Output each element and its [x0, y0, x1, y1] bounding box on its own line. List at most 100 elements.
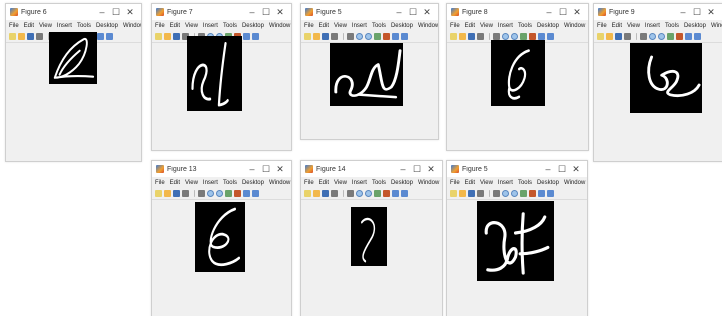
print-icon[interactable]: [477, 33, 484, 40]
pan-icon[interactable]: [658, 33, 665, 40]
colorbar-icon[interactable]: [401, 190, 408, 197]
rotate-icon[interactable]: [374, 190, 381, 197]
brush-icon[interactable]: [243, 190, 250, 197]
new-figure-icon[interactable]: [304, 190, 311, 197]
menu-file[interactable]: File: [597, 23, 607, 29]
menu-window[interactable]: Window: [269, 23, 290, 29]
menu-window[interactable]: Window: [711, 23, 722, 29]
zoom-out-icon[interactable]: [356, 33, 363, 40]
new-figure-icon[interactable]: [304, 33, 311, 40]
figure-canvas[interactable]: [152, 200, 291, 316]
maximize-button[interactable]: ☐: [259, 161, 273, 177]
minimize-button[interactable]: –: [541, 161, 555, 177]
data-cursor-icon[interactable]: [383, 190, 390, 197]
menu-window[interactable]: Window: [564, 180, 585, 186]
figure-canvas[interactable]: [447, 40, 588, 149]
menu-edit[interactable]: Edit: [170, 180, 180, 186]
menu-tools[interactable]: Tools: [518, 180, 532, 186]
menu-insert[interactable]: Insert: [203, 23, 218, 29]
minimize-button[interactable]: –: [676, 4, 690, 20]
minimize-button[interactable]: –: [95, 4, 109, 20]
menu-desktop[interactable]: Desktop: [391, 180, 413, 186]
menu-tools[interactable]: Tools: [372, 23, 386, 29]
menu-edit[interactable]: Edit: [465, 23, 475, 29]
maximize-button[interactable]: ☐: [690, 4, 704, 20]
menu-window[interactable]: Window: [564, 23, 585, 29]
maximize-button[interactable]: ☐: [410, 161, 424, 177]
maximize-button[interactable]: ☐: [555, 161, 569, 177]
open-icon[interactable]: [313, 33, 320, 40]
menu-window[interactable]: Window: [418, 23, 438, 29]
brush-icon[interactable]: [685, 33, 692, 40]
print-icon[interactable]: [331, 190, 338, 197]
rotate-icon[interactable]: [667, 33, 674, 40]
title-bar[interactable]: Figure 5 – ☐ ✕: [447, 161, 587, 177]
zoom-out-icon[interactable]: [356, 190, 363, 197]
menu-window[interactable]: Window: [269, 180, 290, 186]
title-bar[interactable]: Figure 9 – ☐ ✕: [594, 4, 722, 20]
menu-insert[interactable]: Insert: [498, 180, 513, 186]
zoom-in-icon[interactable]: [493, 190, 500, 197]
close-button[interactable]: ✕: [273, 161, 287, 177]
menu-tools[interactable]: Tools: [665, 23, 679, 29]
new-figure-icon[interactable]: [155, 190, 162, 197]
brush-icon[interactable]: [97, 33, 104, 40]
pan-icon[interactable]: [365, 33, 372, 40]
save-icon[interactable]: [173, 190, 180, 197]
menu-view[interactable]: View: [185, 180, 198, 186]
save-icon[interactable]: [468, 190, 475, 197]
menu-insert[interactable]: Insert: [203, 180, 218, 186]
menu-edit[interactable]: Edit: [24, 23, 34, 29]
menu-desktop[interactable]: Desktop: [391, 23, 413, 29]
figure-window[interactable]: Figure 8 – ☐ ✕ File Edit View Insert Tools Deskto…: [446, 3, 589, 151]
figure-window[interactable]: Figure 5 – ☐ ✕ File Edit View Insert Tools Deskto…: [446, 160, 588, 316]
data-cursor-icon[interactable]: [676, 33, 683, 40]
figure-canvas[interactable]: [594, 43, 722, 160]
minimize-button[interactable]: –: [392, 4, 406, 20]
data-cursor-icon[interactable]: [529, 190, 536, 197]
open-icon[interactable]: [164, 33, 171, 40]
print-icon[interactable]: [624, 33, 631, 40]
open-icon[interactable]: [459, 190, 466, 197]
menu-edit[interactable]: Edit: [465, 180, 475, 186]
data-cursor-icon[interactable]: [529, 33, 536, 40]
brush-icon[interactable]: [392, 33, 399, 40]
maximize-button[interactable]: ☐: [109, 4, 123, 20]
close-button[interactable]: ✕: [420, 4, 434, 20]
close-button[interactable]: ✕: [424, 161, 438, 177]
close-button[interactable]: ✕: [123, 4, 137, 20]
menu-view[interactable]: View: [39, 23, 52, 29]
menu-desktop[interactable]: Desktop: [684, 23, 706, 29]
new-figure-icon[interactable]: [450, 190, 457, 197]
open-icon[interactable]: [18, 33, 25, 40]
menu-desktop[interactable]: Desktop: [537, 180, 559, 186]
menu-edit[interactable]: Edit: [170, 23, 180, 29]
menu-desktop[interactable]: Desktop: [537, 23, 559, 29]
menu-desktop[interactable]: Desktop: [96, 23, 118, 29]
title-bar[interactable]: Figure 6 – ☐ ✕: [6, 4, 141, 20]
close-button[interactable]: ✕: [273, 4, 287, 20]
colorbar-icon[interactable]: [547, 190, 554, 197]
zoom-in-icon[interactable]: [347, 33, 354, 40]
brush-icon[interactable]: [538, 190, 545, 197]
pan-icon[interactable]: [511, 190, 518, 197]
brush-icon[interactable]: [392, 190, 399, 197]
print-icon[interactable]: [331, 33, 338, 40]
menu-insert[interactable]: Insert: [352, 180, 367, 186]
save-icon[interactable]: [322, 190, 329, 197]
minimize-button[interactable]: –: [245, 161, 259, 177]
zoom-in-icon[interactable]: [640, 33, 647, 40]
menu-edit[interactable]: Edit: [319, 23, 329, 29]
rotate-icon[interactable]: [520, 190, 527, 197]
zoom-in-icon[interactable]: [198, 190, 205, 197]
pointer-icon[interactable]: [194, 190, 195, 197]
rotate-icon[interactable]: [520, 33, 527, 40]
rotate-icon[interactable]: [225, 190, 232, 197]
open-icon[interactable]: [459, 33, 466, 40]
menu-file[interactable]: File: [450, 23, 460, 29]
save-icon[interactable]: [27, 33, 34, 40]
menu-tools[interactable]: Tools: [223, 180, 237, 186]
data-cursor-icon[interactable]: [383, 33, 390, 40]
menu-desktop[interactable]: Desktop: [242, 180, 264, 186]
menu-tools[interactable]: Tools: [372, 180, 386, 186]
